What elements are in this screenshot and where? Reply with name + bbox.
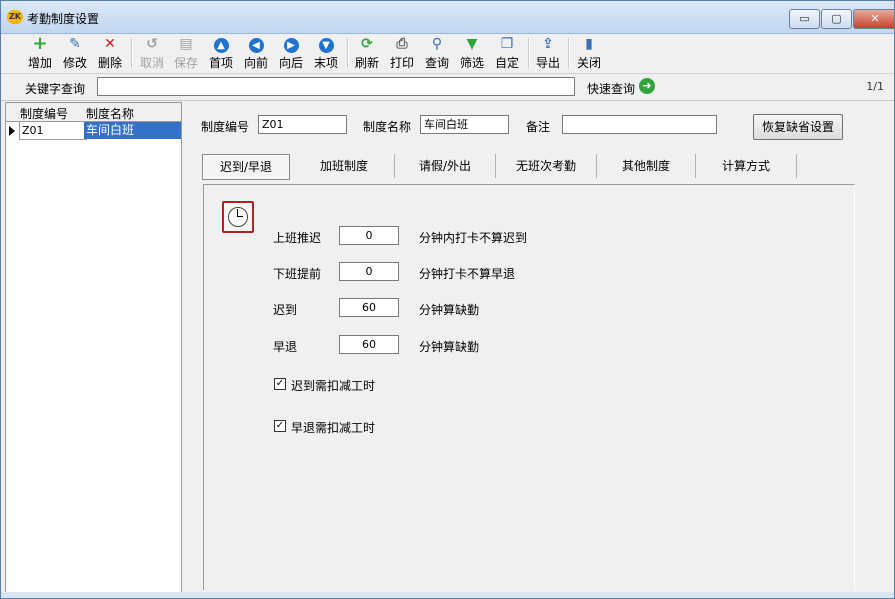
- refresh-icon: ⟳: [361, 36, 373, 52]
- tab-other-rules[interactable]: 其他制度: [597, 154, 696, 178]
- title-bar: ZK 考勤制度设置 ▭ ▢ ✕: [1, 1, 894, 34]
- refresh-button[interactable]: ⟳ 刷新: [352, 36, 382, 71]
- plus-icon: +: [32, 33, 48, 54]
- save-button[interactable]: ▤ 保存: [171, 36, 201, 71]
- late-early-panel: 上班推迟 0 分钟内打卡不算迟到 下班提前 0 分钟打卡不算早退 迟到 60 分…: [203, 184, 855, 590]
- name-label: 制度名称: [363, 120, 412, 134]
- clock-icon: [222, 201, 254, 233]
- early-absent-input[interactable]: 60: [339, 335, 399, 354]
- code-field[interactable]: Z01: [258, 115, 347, 134]
- quick-search-link[interactable]: 快速查询: [587, 80, 635, 97]
- arrow-right-icon: ▶: [283, 36, 299, 53]
- magnifier-icon: ⚲: [431, 36, 443, 52]
- close-button[interactable]: ▮ 关闭: [574, 36, 604, 71]
- close-window-button[interactable]: ✕: [853, 9, 894, 29]
- search-bar: 关键字查询 快速查询 ➜ 1/1: [1, 74, 894, 101]
- pencil-icon: ✎: [69, 36, 81, 52]
- next-record-button[interactable]: ▶ 向后: [276, 36, 306, 71]
- query-button[interactable]: ⚲ 查询: [422, 36, 452, 71]
- window-title: 考勤制度设置: [27, 12, 100, 26]
- toolbar-separator: [528, 38, 530, 68]
- record-list: 制度编号 制度名称 Z01 车间白班: [5, 102, 182, 593]
- keyword-search-label: 关键字查询: [25, 82, 86, 96]
- tab-late-early[interactable]: 迟到/早退: [202, 154, 290, 180]
- late-absent-input[interactable]: 60: [339, 298, 399, 317]
- header-name[interactable]: 制度名称: [86, 105, 134, 122]
- early-unit: 分钟算缺勤: [419, 340, 480, 354]
- tab-no-shift[interactable]: 无班次考勤: [496, 154, 597, 178]
- print-button[interactable]: ⎙ 打印: [387, 36, 417, 71]
- code-label: 制度编号: [201, 120, 250, 134]
- row-name[interactable]: 车间白班: [84, 122, 181, 139]
- export-icon: ⇪: [542, 36, 554, 52]
- printer-icon: ⎙: [396, 36, 408, 52]
- remark-label: 备注: [526, 120, 551, 134]
- prev-record-button[interactable]: ◀ 向前: [241, 36, 271, 71]
- early-label: 早退: [273, 340, 298, 354]
- tab-leave-outing[interactable]: 请假/外出: [395, 154, 496, 178]
- filter-button[interactable]: ▼ 筛选: [457, 36, 487, 71]
- arrow-up-icon: ▲: [213, 36, 229, 53]
- page-counter: 1/1: [866, 80, 884, 93]
- list-header: 制度编号 制度名称: [6, 103, 181, 122]
- add-button[interactable]: + 增加: [25, 33, 55, 71]
- late-delay-unit: 分钟内打卡不算迟到: [419, 231, 528, 245]
- toolbar: + 增加 ✎ 修改 ✕ 删除 ↺ 取消 ▤ 保存 ▲ 首项 ◀ 向前 ▶ 向后 …: [1, 34, 894, 74]
- remark-field[interactable]: [562, 115, 717, 134]
- filter-funnel-icon: ▼: [466, 36, 478, 52]
- late-label: 迟到: [273, 303, 298, 317]
- app-logo-icon: ZK: [7, 10, 23, 24]
- toolbar-separator: [568, 38, 570, 68]
- toolbar-separator: [131, 38, 133, 68]
- late-deduct-label: 迟到需扣减工时: [291, 379, 376, 393]
- row-code[interactable]: Z01: [19, 122, 87, 140]
- row-pointer-icon: [9, 126, 15, 136]
- early-deduct-label: 早退需扣减工时: [291, 421, 376, 435]
- late-unit: 分钟算缺勤: [419, 303, 480, 317]
- tab-overtime[interactable]: 加班制度: [294, 154, 395, 178]
- late-delay-input[interactable]: 0: [339, 226, 399, 245]
- late-delay-label: 上班推迟: [273, 231, 322, 245]
- copy-pages-icon: ❐: [500, 36, 514, 52]
- arrow-left-icon: ◀: [248, 36, 264, 53]
- early-deduct-checkbox[interactable]: ✓: [274, 420, 286, 432]
- custom-button[interactable]: ❐ 自定: [492, 36, 522, 71]
- table-row[interactable]: Z01 车间白班: [6, 122, 181, 140]
- early-leave-label: 下班提前: [273, 267, 322, 281]
- main-window: ZK 考勤制度设置 ▭ ▢ ✕ + 增加 ✎ 修改 ✕ 删除 ↺ 取消 ▤ 保存…: [0, 0, 895, 599]
- exit-door-icon: ▮: [585, 36, 593, 52]
- detail-form: 制度编号 Z01 制度名称 车间白班 备注 恢复缺省设置 迟到/早退 加班制度 …: [182, 102, 894, 591]
- header-code[interactable]: 制度编号: [20, 105, 68, 122]
- export-button[interactable]: ⇪ 导出: [533, 36, 563, 71]
- early-leave-unit: 分钟打卡不算早退: [419, 267, 516, 281]
- tab-calculation[interactable]: 计算方式: [696, 154, 797, 178]
- early-leave-input[interactable]: 0: [339, 262, 399, 281]
- undo-icon: ↺: [146, 36, 158, 52]
- save-icon: ▤: [179, 36, 193, 52]
- keyword-search-input[interactable]: [97, 77, 575, 96]
- minimize-button[interactable]: ▭: [789, 9, 820, 29]
- cancel-button[interactable]: ↺ 取消: [137, 36, 167, 71]
- go-arrow-icon[interactable]: ➜: [639, 78, 655, 94]
- late-deduct-checkbox[interactable]: ✓: [274, 378, 286, 390]
- first-record-button[interactable]: ▲ 首项: [206, 36, 236, 71]
- status-bar: [1, 592, 894, 598]
- edit-button[interactable]: ✎ 修改: [60, 36, 90, 71]
- toolbar-separator: [347, 38, 349, 68]
- delete-x-icon: ✕: [104, 36, 116, 52]
- delete-button[interactable]: ✕ 删除: [95, 36, 125, 71]
- maximize-button[interactable]: ▢: [821, 9, 852, 29]
- name-field[interactable]: 车间白班: [420, 115, 509, 134]
- restore-defaults-button[interactable]: 恢复缺省设置: [753, 114, 843, 140]
- arrow-down-icon: ▼: [318, 36, 334, 53]
- last-record-button[interactable]: ▼ 末项: [311, 36, 341, 71]
